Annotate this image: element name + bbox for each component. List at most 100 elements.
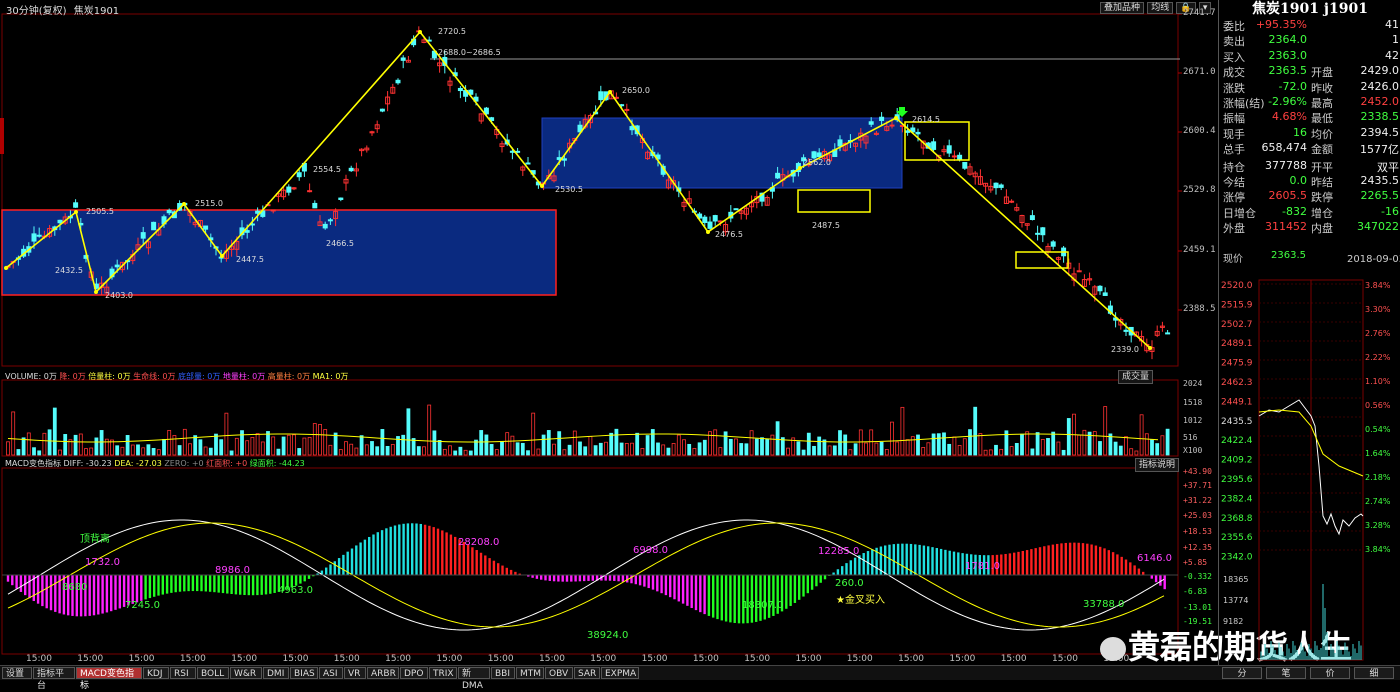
- macd-bar: [110, 575, 112, 611]
- volume-bar: [443, 449, 446, 455]
- volume-bar: [906, 440, 909, 455]
- macd-bar: [411, 523, 413, 575]
- label-price: 2403.0: [105, 291, 133, 300]
- macd-bar: [97, 575, 99, 615]
- tab-8[interactable]: BIAS: [290, 667, 318, 679]
- volume-bar: [839, 431, 842, 455]
- tab-9[interactable]: ASI: [319, 667, 343, 679]
- macd-bar: [622, 575, 624, 582]
- sidebar-tab-2[interactable]: 价: [1310, 667, 1350, 679]
- time-tick: 15:00: [488, 654, 514, 664]
- sidebar-tab-1[interactable]: 笔: [1266, 667, 1306, 679]
- tab-16[interactable]: MTM: [516, 667, 544, 679]
- label-price: 2515.0: [195, 199, 223, 208]
- period-label[interactable]: 30分钟(复权): [6, 6, 67, 17]
- volume-bar: [48, 430, 51, 455]
- volume-bar: [1083, 430, 1086, 455]
- quote-label: 昨收: [1311, 80, 1333, 96]
- volume-bar: [313, 424, 316, 455]
- sidebar-tab-0[interactable]: 分: [1222, 667, 1262, 679]
- volume-bar: [293, 435, 296, 455]
- legend-item: VOLUME: 0万: [5, 372, 57, 381]
- sidebar-tab-3[interactable]: 细: [1354, 667, 1394, 679]
- macd-note: 7245.0: [125, 600, 160, 611]
- mini-right-tick: 2.22%: [1365, 353, 1391, 362]
- tab-19[interactable]: EXPMA: [601, 667, 639, 679]
- intraday-mini-chart[interactable]: 2520.02515.92502.72489.12475.92462.32449…: [1219, 276, 1400, 665]
- volume-bar: [594, 446, 597, 455]
- macd-bar: [454, 537, 456, 575]
- macd-bar: [785, 575, 787, 609]
- ma-button[interactable]: 均线: [1147, 2, 1173, 14]
- sidebar-title: 焦炭1901 j1901: [1219, 0, 1400, 18]
- macd-bar: [484, 555, 486, 575]
- volume-bar: [1078, 435, 1081, 455]
- volume-bar: [33, 448, 36, 455]
- tab-4[interactable]: RSI: [170, 667, 196, 679]
- volume-bar: [766, 439, 769, 455]
- macd-bar: [738, 575, 740, 623]
- quote-row: 涨跌-72.0昨收2426.0: [1219, 80, 1399, 95]
- mini-left-tick: 2489.1: [1221, 339, 1253, 349]
- label-high: 2720.5: [438, 27, 466, 36]
- macd-bar: [101, 575, 103, 614]
- volume-bar: [771, 435, 774, 455]
- macd-bar: [433, 527, 435, 575]
- quote-label: 最高: [1311, 95, 1333, 111]
- candle-body: [1077, 271, 1081, 272]
- tab-17[interactable]: OBV: [545, 667, 573, 679]
- quote-value: 311452: [1265, 220, 1307, 233]
- tab-6[interactable]: W&R: [230, 667, 262, 679]
- tab-18[interactable]: SAR: [574, 667, 600, 679]
- macd-bar: [415, 523, 417, 575]
- tab-11[interactable]: ARBR: [367, 667, 399, 679]
- tab-13[interactable]: TRIX: [429, 667, 457, 679]
- volume-bar: [625, 443, 628, 455]
- tab-2[interactable]: MACD变色指标: [76, 667, 142, 679]
- quote-label: 开盘: [1311, 64, 1333, 80]
- macd-bar: [209, 575, 211, 592]
- volume-bar: [194, 436, 197, 455]
- macd-tick: +43.90: [1183, 467, 1212, 476]
- tab-3[interactable]: KDJ: [143, 667, 169, 679]
- candle-body: [817, 153, 821, 157]
- macd-bar: [192, 575, 194, 591]
- macd-note: 28208.0: [458, 537, 499, 548]
- tab-7[interactable]: DMI: [263, 667, 289, 679]
- indicator-tabbar: 设置指标平台MACD变色指标KDJRSIBOLLW&RDMIBIASASIVRA…: [0, 665, 1400, 680]
- candle-body: [869, 122, 873, 124]
- quote-label: 总手: [1223, 141, 1245, 157]
- volume-bar: [423, 447, 426, 455]
- tab-15[interactable]: BBI: [491, 667, 515, 679]
- macd-bar: [708, 575, 710, 616]
- macd-bar: [89, 575, 91, 616]
- macd-bar: [1022, 551, 1024, 575]
- main-chart[interactable]: 30分钟(复权) 焦炭1901 叠加品种 均线 🔒 ▾ 2741.7 2671.…: [0, 0, 1218, 665]
- tab-14[interactable]: 新DMA: [458, 667, 490, 679]
- macd-bar: [536, 575, 538, 579]
- volume-bar: [137, 445, 140, 455]
- macd-bar: [308, 575, 310, 579]
- macd-bar: [329, 564, 331, 575]
- macd-bar: [587, 575, 589, 581]
- indicator-help-button[interactable]: 指标说明: [1135, 458, 1179, 472]
- volume-bar: [937, 434, 940, 455]
- volume-bar: [355, 448, 358, 455]
- tab-10[interactable]: VR: [344, 667, 366, 679]
- macd-bar: [540, 575, 542, 580]
- macd-bar: [961, 553, 963, 575]
- mini-left-tick: 2409.2: [1221, 456, 1253, 466]
- tab-1[interactable]: 指标平台: [33, 667, 75, 679]
- macd-bar: [901, 544, 903, 575]
- macd-bar: [1116, 554, 1118, 575]
- mini-right-tick: 3.84%: [1365, 545, 1391, 554]
- tab-0[interactable]: 设置: [2, 667, 32, 679]
- tab-12[interactable]: DPO: [400, 667, 428, 679]
- volume-bar: [657, 443, 660, 455]
- overlay-button[interactable]: 叠加品种: [1100, 2, 1144, 14]
- tab-5[interactable]: BOLL: [197, 667, 229, 679]
- volume-button[interactable]: 成交量: [1118, 370, 1153, 384]
- volume-bar: [516, 443, 519, 455]
- volume-bar: [74, 435, 77, 455]
- macd-bar: [239, 575, 241, 595]
